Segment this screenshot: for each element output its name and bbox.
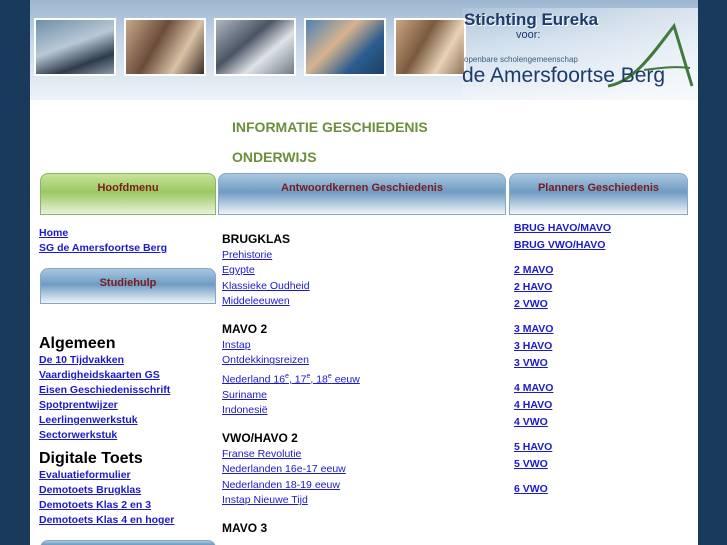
nav-link-evaluatieformulier[interactable]: Evaluatieformulier	[39, 468, 219, 483]
link-instap-nieuwe-tijd[interactable]: Instap Nieuwe Tijd	[222, 493, 492, 508]
planner-2-havo[interactable]: 2 HAVO	[514, 279, 689, 296]
planner-3-havo[interactable]: 3 HAVO	[514, 338, 689, 355]
planner-2-vwo[interactable]: 2 VWO	[514, 296, 689, 313]
left-menu: Home SG de Amersfoortse Berg Algemeen De…	[39, 226, 219, 528]
nav-link-demotoets-klas23[interactable]: Demotoets Klas 2 en 3	[39, 498, 219, 513]
link-egypte[interactable]: Egypte	[222, 263, 492, 278]
header-photo-students	[124, 18, 206, 76]
logo-school-name: de Amersfoortse Berg	[462, 64, 666, 87]
planner-4-vwo[interactable]: 4 VWO	[514, 414, 689, 431]
heading-digitale-toets: Digitale Toets	[39, 450, 143, 467]
section-mavo3: MAVO 3	[222, 521, 268, 536]
nav-link-leerlingenwerkstuk[interactable]: Leerlingenwerkstuk	[39, 413, 219, 428]
planner-3-mavo[interactable]: 3 MAVO	[514, 321, 689, 338]
planner-3-vwo[interactable]: 3 VWO	[514, 355, 689, 372]
logo-title: Stichting Eureka	[464, 10, 599, 29]
tab-hoofdmenu: Hoofdmenu	[40, 173, 216, 215]
link-nederlanden-18-19[interactable]: Nederlanden 18-19 eeuw	[222, 478, 492, 493]
planner-4-mavo[interactable]: 4 MAVO	[514, 380, 689, 397]
tab-bottom	[40, 540, 216, 545]
nav-link-demotoets-brugklas[interactable]: Demotoets Brugklas	[39, 483, 219, 498]
section-brugklas: BRUGKLAS	[222, 232, 290, 246]
header-photo-group	[394, 18, 466, 76]
page-title: INFORMATIE GESCHIEDENIS ONDERWIJS	[232, 112, 428, 172]
nav-link-eisen[interactable]: Eisen Geschiedenisschrift	[39, 383, 219, 398]
heading-algemeen: Algemeen	[39, 335, 116, 352]
planner-brug-havo-mavo[interactable]: BRUG HAVO/MAVO	[514, 220, 689, 237]
planner-5-havo[interactable]: 5 HAVO	[514, 439, 689, 456]
header-photo-school	[34, 18, 116, 76]
tab-planners: Planners Geschiedenis	[509, 173, 688, 215]
nav-link-tijdvakken[interactable]: De 10 Tijdvakken	[39, 353, 219, 368]
nav-link-demotoets-klas4[interactable]: Demotoets Klas 4 en hoger	[39, 513, 219, 528]
logo-subtitle: openbare scholengemeenschap	[464, 55, 578, 64]
tab-antwoordkernen: Antwoordkernen Geschiedenis	[218, 173, 506, 215]
link-nederland-16-17-18[interactable]: Nederland 16e, 17e, 18e eeuw	[222, 369, 492, 388]
section-mavo2: MAVO 2	[222, 322, 268, 337]
section-vwohavo2: VWO/HAVO 2	[222, 431, 298, 446]
nav-link-home[interactable]: Home	[39, 226, 219, 241]
link-middeleeuwen[interactable]: Middeleeuwen	[222, 294, 492, 309]
nav-link-sectorwerkstuk[interactable]: Sectorwerkstuk	[39, 428, 219, 443]
nav-link-spotprentwijzer[interactable]: Spotprentwijzer	[39, 398, 219, 413]
planner-5-vwo[interactable]: 5 VWO	[514, 456, 689, 473]
logo-voor: voor:	[516, 29, 541, 41]
link-klassieke-oudheid[interactable]: Klassieke Oudheid	[222, 279, 492, 294]
page-title-line2: ONDERWIJS	[232, 149, 317, 165]
planner-brug-vwo-havo[interactable]: BRUG VWO/HAVO	[514, 237, 689, 254]
link-prehistorie[interactable]: Prehistorie	[222, 248, 492, 263]
link-franse-revolutie[interactable]: Franse Revolutie	[222, 447, 492, 462]
link-nederlanden-16-17[interactable]: Nederlanden 16e-17 eeuw	[222, 462, 492, 477]
nav-link-vaardigheidskaarten[interactable]: Vaardigheidskaarten GS	[39, 368, 219, 383]
nav-link-sg-amersfoortse-berg[interactable]: SG de Amersfoortse Berg	[39, 241, 219, 256]
page: Stichting Eureka voor: openbare scholeng…	[30, 0, 698, 545]
header-photo-classroom	[214, 18, 296, 76]
planners-content: BRUG HAVO/MAVO BRUG VWO/HAVO 2 MAVO 2 HA…	[514, 220, 689, 498]
header-photo-pupil	[304, 18, 386, 76]
link-ontdekkingsreizen[interactable]: Ontdekkingsreizen	[222, 353, 492, 368]
header-banner: Stichting Eureka voor: openbare scholeng…	[30, 0, 698, 100]
link-instap[interactable]: Instap	[222, 338, 492, 353]
planner-6-vwo[interactable]: 6 VWO	[514, 481, 689, 498]
link-suriname[interactable]: Suriname	[222, 388, 492, 403]
link-indonesie[interactable]: Indonesië	[222, 403, 492, 418]
antwoordkernen-content: BRUGKLAS Prehistorie Egypte Klassieke Ou…	[222, 232, 492, 537]
planner-2-mavo[interactable]: 2 MAVO	[514, 262, 689, 279]
planner-4-havo[interactable]: 4 HAVO	[514, 397, 689, 414]
page-title-line1: INFORMATIE GESCHIEDENIS	[232, 119, 428, 135]
